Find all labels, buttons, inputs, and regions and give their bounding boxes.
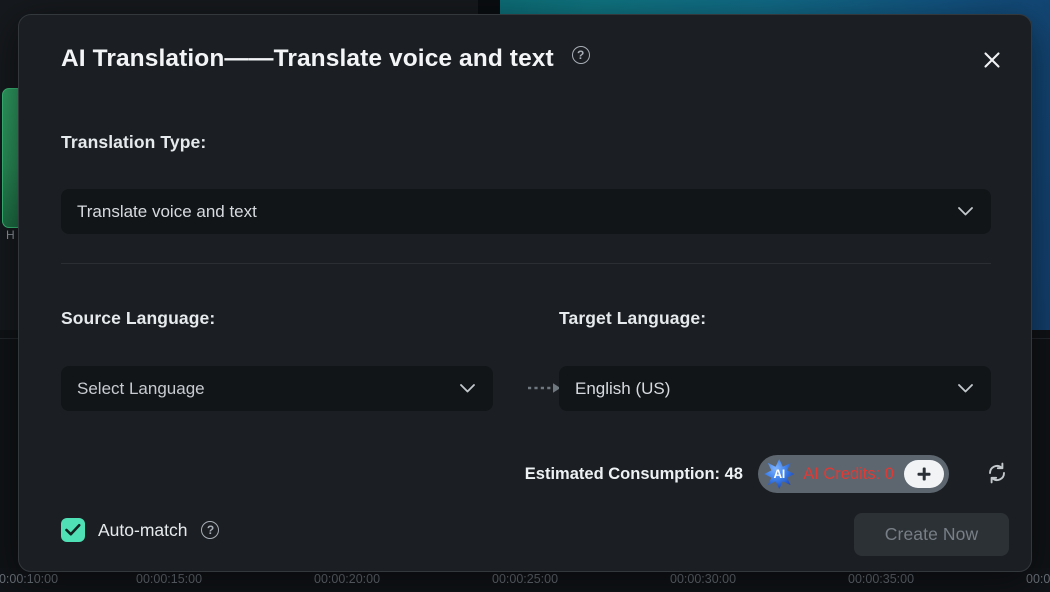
- timeline-tick-label: 00:00:10:00: [0, 572, 59, 586]
- dialog-title: AI Translation——Translate voice and text: [61, 43, 590, 73]
- estimated-consumption-text: Estimated Consumption: 48: [524, 465, 743, 483]
- close-icon[interactable]: [975, 43, 1009, 77]
- auto-match-row[interactable]: Auto-match: [61, 518, 220, 542]
- auto-match-help-wrapper[interactable]: [201, 521, 220, 539]
- timeline-tick-label: 00:00:25:00: [492, 572, 559, 586]
- source-language-value: Select Language: [77, 378, 205, 398]
- target-language-value: English (US): [575, 378, 671, 398]
- chevron-down-icon: [958, 203, 973, 221]
- translation-type-label: Translation Type:: [61, 132, 207, 152]
- close-glyph: [984, 52, 1000, 68]
- timeline-tick-label: 00:00:30:00: [670, 572, 737, 586]
- title-help-wrapper[interactable]: [571, 43, 590, 71]
- dialog-title-text: AI Translation——Translate voice and text: [61, 45, 554, 72]
- create-now-label: Create Now: [884, 524, 979, 544]
- help-circle-icon[interactable]: [201, 521, 220, 539]
- timeline-tick-label: 00:00:20:00: [314, 572, 381, 586]
- consumption-row: Estimated Consumption: 48 AI AI Credits:…: [61, 455, 1011, 495]
- create-now-button[interactable]: Create Now: [854, 513, 1009, 556]
- checkmark-icon: [65, 523, 81, 536]
- source-language-select[interactable]: Select Language: [61, 366, 493, 411]
- timeline-clip-label: H: [6, 228, 15, 242]
- timeline-tick-label: 00:0: [1026, 572, 1050, 586]
- help-circle-icon[interactable]: [571, 46, 590, 64]
- ai-badge-label: AI: [773, 467, 786, 481]
- app-root: H 00:00:10:0000:00:15:0000:00:20:0000:00…: [0, 0, 1050, 592]
- auto-match-label: Auto-match: [98, 519, 188, 540]
- refresh-glyph: [989, 462, 1005, 484]
- translation-type-value: Translate voice and text: [77, 201, 257, 221]
- ai-badge-icon: AI: [764, 459, 795, 489]
- section-divider: [61, 263, 991, 264]
- ai-credits-label: AI Credits: 0: [803, 464, 894, 483]
- ai-translation-dialog: AI Translation——Translate voice and text…: [18, 14, 1032, 572]
- plus-icon[interactable]: [904, 460, 944, 488]
- timeline-tick-label: 00:00:15:00: [136, 572, 203, 586]
- chevron-down-icon: [460, 380, 475, 398]
- chevron-down-icon: [958, 380, 973, 398]
- target-language-select[interactable]: English (US): [559, 366, 991, 411]
- source-language-label: Source Language:: [61, 308, 216, 328]
- refresh-icon[interactable]: [985, 461, 1011, 487]
- translation-type-select[interactable]: Translate voice and text: [61, 189, 991, 234]
- auto-match-checkbox[interactable]: [61, 518, 85, 542]
- timeline-tick-label: 00:00:35:00: [848, 572, 915, 586]
- ai-credits-pill[interactable]: AI AI Credits: 0: [758, 455, 949, 493]
- target-language-label: Target Language:: [559, 308, 707, 328]
